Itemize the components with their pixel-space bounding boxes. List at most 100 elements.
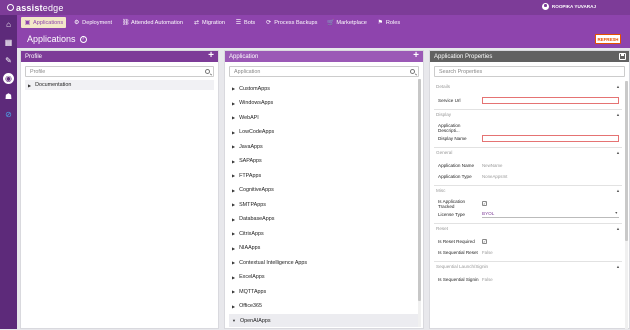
list-item[interactable]: ▶ SMTPApps — [229, 198, 418, 213]
tab-migration[interactable]: ⇄ Migration — [190, 17, 228, 28]
refresh-button[interactable]: REFRESH — [595, 34, 621, 44]
collapse-caret-icon[interactable]: ▲ — [616, 150, 620, 155]
section-display: Display ▲ Application Descripti... Displ… — [434, 108, 622, 147]
profile-search-input[interactable]: Profile — [25, 66, 214, 77]
search-icon[interactable] — [410, 68, 415, 74]
collapse-caret-icon[interactable]: ▲ — [616, 84, 620, 89]
list-item-label: MQTTApps — [239, 288, 267, 295]
list-item[interactable]: ▶ WindowsApps — [229, 97, 418, 111]
list-item-label: NIAApps — [239, 245, 261, 252]
target-icon[interactable]: ◉ — [3, 73, 14, 84]
list-item-label: WebAPI — [239, 114, 259, 121]
list-item[interactable]: ▶ JavaApps — [229, 140, 418, 155]
search-icon[interactable] — [205, 68, 210, 74]
list-item[interactable]: ▶ ExcelApps — [229, 271, 418, 285]
application-list-scrollbar[interactable] — [418, 79, 421, 327]
expand-caret-icon[interactable]: ▶ — [232, 246, 235, 251]
scrollbar-thumb[interactable] — [418, 79, 421, 301]
list-item[interactable]: ▶ CustomApps — [229, 82, 418, 97]
collapse-caret-icon[interactable]: ▲ — [616, 188, 620, 193]
main-nav: ▣ Applications ⚙ Deployment ⛓ Attended A… — [17, 15, 630, 30]
home-icon[interactable]: ⌂ — [3, 19, 14, 30]
grid-icon[interactable]: ▦ — [3, 37, 14, 48]
list-item-label: WindowsApps — [239, 100, 274, 107]
roles-icon: ⚑ — [377, 20, 384, 26]
expand-caret-icon[interactable]: ▶ — [232, 202, 235, 207]
list-item[interactable]: ▶ DatabaseApps — [229, 213, 418, 227]
collapse-caret-icon[interactable]: ▼ — [232, 318, 236, 323]
expand-caret-icon[interactable]: ▶ — [232, 86, 235, 91]
properties-panel: Application Properties Search Properties… — [429, 50, 630, 329]
tab-applications[interactable]: ▣ Applications — [21, 17, 67, 28]
expand-caret-icon[interactable]: ▶ — [232, 144, 235, 149]
tab-roles[interactable]: ⚑ Roles — [374, 17, 403, 28]
list-item[interactable]: ▶ NIAApps — [229, 242, 418, 256]
tree-item-documentation[interactable]: ▶ Documentation — [25, 80, 214, 90]
list-item-label: CustomApps — [239, 85, 270, 92]
compass-icon[interactable]: ⊘ — [3, 109, 14, 120]
expand-caret-icon[interactable]: ▶ — [28, 83, 31, 88]
user-menu[interactable]: ROOPIKA YUVARAJ — [541, 3, 596, 10]
license-type-select[interactable]: BYOL — [482, 211, 619, 218]
expand-caret-icon[interactable]: ▶ — [232, 159, 235, 164]
tracked-checkbox[interactable]: ✓ — [482, 201, 487, 207]
property-application-description[interactable]: Application Descripti... — [434, 123, 622, 134]
properties-panel-title: Application Properties — [434, 53, 493, 60]
expand-caret-icon[interactable]: ▶ — [232, 275, 235, 280]
add-profile-icon[interactable]: + — [208, 50, 214, 61]
service-url-field[interactable] — [482, 96, 619, 104]
expand-caret-icon[interactable]: ▶ — [232, 217, 235, 222]
list-item[interactable]: ▶ FTPApps — [229, 169, 418, 184]
application-search-input[interactable]: Application — [229, 66, 419, 77]
reset-checkbox[interactable]: ✓ — [482, 239, 487, 245]
tab-marketplace[interactable]: 🛒 Marketplace — [324, 17, 369, 28]
cart-icon: 🛒 — [327, 20, 335, 26]
list-item[interactable]: ▶ LowCodeApps — [229, 126, 418, 140]
help-icon[interactable]: ? — [79, 35, 87, 43]
expand-caret-icon[interactable]: ▶ — [232, 115, 235, 120]
section-title: Details — [436, 84, 451, 89]
scrollbar-thumb[interactable] — [625, 81, 628, 241]
brand-logo[interactable]: assist edge — [7, 3, 64, 13]
tab-deployment[interactable]: ⚙ Deployment — [70, 17, 115, 28]
list-item-label: SAPApps — [239, 158, 262, 165]
tab-attended-automation[interactable]: ⛓ Attended Automation — [119, 17, 186, 28]
list-item[interactable]: ▶ SAPApps — [229, 155, 418, 169]
display-name-field[interactable] — [482, 134, 619, 142]
list-item[interactable]: ▶ Office365 — [229, 300, 418, 314]
list-item[interactable]: ▶ WebAPI — [229, 111, 418, 126]
users-icon[interactable]: ☗ — [3, 91, 14, 102]
expand-caret-icon[interactable]: ▶ — [232, 130, 235, 135]
property-is-reset-required: Is Reset Required ✓ — [434, 237, 622, 248]
properties-search-input[interactable]: Search Properties — [434, 66, 625, 77]
expand-caret-icon[interactable]: ▶ — [232, 304, 235, 309]
application-list: ▶ CustomApps ▶ WindowsApps ▶ WebAPI ▶ LowCod… — [229, 82, 418, 327]
expand-caret-icon[interactable]: ▶ — [232, 231, 235, 236]
collapse-caret-icon[interactable]: ▲ — [616, 112, 620, 117]
tab-bots[interactable]: ☰ Bots — [232, 17, 258, 28]
tab-process-backups[interactable]: ⟳ Process Backups — [262, 17, 320, 28]
properties-scrollbar[interactable] — [625, 81, 628, 329]
property-label: Is Sequential Signin — [438, 277, 479, 283]
expand-caret-icon[interactable]: ▶ — [232, 260, 235, 265]
collapse-caret-icon[interactable]: ▲ — [616, 264, 620, 269]
expand-caret-icon[interactable]: ▶ — [232, 188, 235, 193]
list-item-label: ExcelApps — [239, 274, 265, 281]
expand-caret-icon[interactable]: ▶ — [232, 101, 235, 106]
list-item[interactable]: ▶ CognitiveApps — [229, 184, 418, 198]
property-label: License Type — [438, 211, 465, 217]
property-label: Is Sequential Reset — [438, 249, 478, 255]
expand-caret-icon[interactable]: ▶ — [232, 289, 235, 294]
save-icon[interactable] — [619, 53, 626, 60]
property-is-sequential-signin: Is Sequential Signin False — [434, 275, 622, 286]
list-item[interactable]: ▶ MQTTApps — [229, 285, 418, 300]
logo-text-part1: assist — [16, 2, 43, 13]
section-general: General ▲ Application Name NewName Appli… — [434, 146, 622, 185]
list-item[interactable]: ▶ Contextual Intelligence Apps — [229, 256, 418, 271]
add-application-icon[interactable]: + — [413, 50, 419, 61]
collapse-caret-icon[interactable]: ▲ — [616, 226, 620, 231]
list-item[interactable]: ▶ CitrixApps — [229, 227, 418, 242]
pencil-icon[interactable]: ✎ — [3, 55, 14, 66]
expand-caret-icon[interactable]: ▶ — [232, 173, 235, 178]
list-item[interactable]: ▼ OpenAIApps — [229, 314, 418, 327]
